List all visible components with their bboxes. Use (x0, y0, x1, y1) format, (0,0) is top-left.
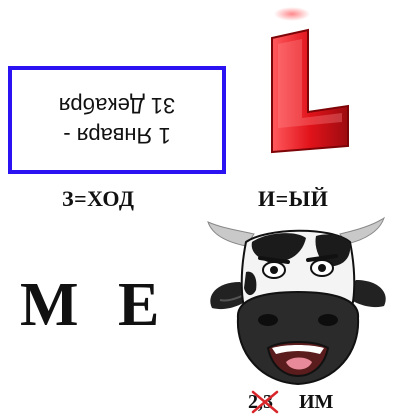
clue-right: И=ЫЙ (258, 186, 329, 211)
calendar-frame: 1 Января - 31 Декабря (8, 66, 226, 174)
crossed-digits: 2,3 (248, 390, 279, 414)
letter-e: Е (118, 271, 160, 339)
red-cross-icon (251, 390, 279, 414)
clue-bottom: 2,3 ИМ (248, 390, 334, 414)
cow-head-icon (207, 216, 386, 386)
clue-left: З=ХОД (62, 186, 135, 211)
letter-m: М (20, 271, 79, 339)
red-glyph-icon (271, 7, 349, 154)
calendar-line-1: 1 Января - (63, 123, 171, 148)
suffix-im: ИМ (299, 391, 334, 413)
calendar-text: 1 Января - 31 Декабря (12, 70, 222, 170)
calendar-line-2: 31 Декабря (58, 93, 176, 118)
